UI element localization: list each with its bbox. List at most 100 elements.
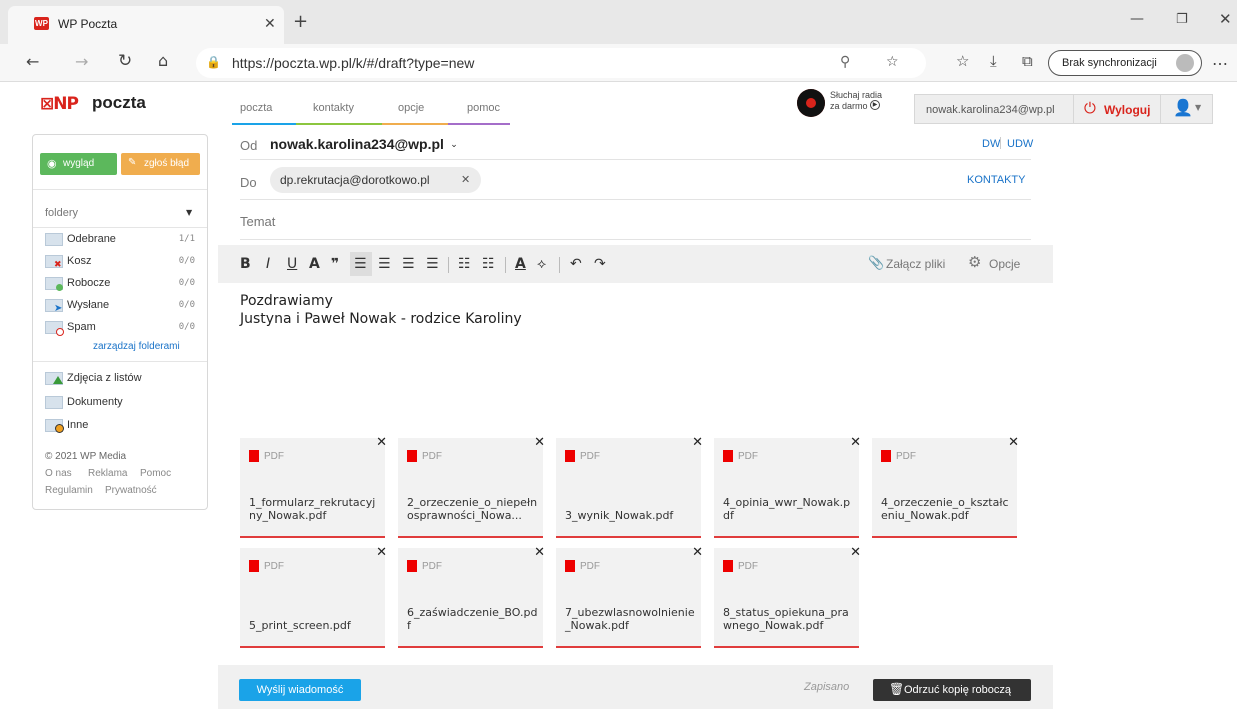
attachment-card[interactable]: PDF ✕ 4_orzeczenie_o_kształceniu_Nowak.p…	[872, 435, 1019, 538]
home-icon[interactable]: ⌂	[158, 53, 168, 69]
nav-pomoc[interactable]: pomoc	[467, 102, 500, 114]
align-left-icon[interactable]: ☰	[354, 257, 367, 271]
url-text: https://poczta.wp.pl/k/#/draft?type=new	[232, 55, 475, 71]
sync-button[interactable]: Brak synchronizacji	[1048, 50, 1202, 76]
new-tab-icon[interactable]: +	[293, 13, 308, 31]
view-button[interactable]: ◉ wygląd	[40, 153, 117, 175]
remove-attachment-icon[interactable]: ✕	[376, 435, 387, 450]
body-line-1: Pozdrawiamy	[240, 293, 333, 309]
udw-link[interactable]: UDW	[1007, 138, 1033, 150]
dw-separator	[1000, 137, 1001, 149]
folder-wyslane[interactable]: ➤ Wysłane 0/0	[45, 298, 205, 316]
folders-label: foldery	[45, 207, 79, 219]
pdf-label: PDF	[738, 561, 758, 572]
discard-draft-button[interactable]: 🗑 Odrzuć kopię roboczą	[873, 679, 1031, 701]
user-menu-button[interactable]: 👤 ▼	[1160, 95, 1212, 123]
attachment-card[interactable]: PDF ✕ 7_ubezwlasnowolnienie_Nowak.pdf	[556, 545, 703, 648]
collections-icon[interactable]: ⧉	[1022, 54, 1033, 69]
remove-attachment-icon[interactable]: ✕	[692, 435, 703, 450]
quote-icon[interactable]: ❞	[331, 257, 339, 271]
eye-icon: ◉	[47, 157, 57, 170]
manage-folders-link[interactable]: zarządzaj folderami	[93, 341, 180, 352]
nav-kontakty[interactable]: kontakty	[313, 102, 354, 114]
close-tab-icon[interactable]: ✕	[264, 17, 276, 31]
address-bar-row: ← → ↻ ⌂ 🔒 https://poczta.wp.pl/k/#/draft…	[0, 44, 1237, 82]
zoom-icon[interactable]: ⚲	[840, 55, 850, 69]
footer-link-pomoc[interactable]: Pomoc	[140, 468, 171, 479]
send-button[interactable]: Wyślij wiadomość	[239, 679, 361, 701]
folder-robocze[interactable]: Robocze 0/0	[45, 276, 205, 294]
attachment-card[interactable]: PDF ✕ 4_opinia_wwr_Nowak.pdf	[714, 435, 861, 538]
favorite-add-icon[interactable]: ☆	[886, 55, 899, 69]
folder-kosz[interactable]: ✖ Kosz 0/0	[45, 254, 205, 272]
url-field[interactable]: 🔒 https://poczta.wp.pl/k/#/draft?type=ne…	[196, 48, 926, 78]
favorites-icon[interactable]: ☆	[956, 54, 969, 69]
smart-folder-other[interactable]: Inne	[45, 418, 205, 436]
refresh-icon[interactable]: ↻	[118, 53, 132, 70]
nav-opcje[interactable]: opcje	[398, 102, 424, 114]
recipient-email: dp.rekrutacja@dorotkowo.pl	[280, 173, 430, 187]
bullet-list-icon[interactable]: ☷	[458, 257, 471, 271]
dw-link[interactable]: DW	[982, 138, 1000, 150]
more-icon[interactable]: …	[1212, 52, 1228, 68]
contacts-link[interactable]: KONTAKTY	[967, 174, 1025, 186]
remove-attachment-icon[interactable]: ✕	[850, 435, 861, 450]
remove-attachment-icon[interactable]: ✕	[850, 545, 861, 560]
nav-underline-poczta	[232, 123, 296, 125]
attachment-card[interactable]: PDF ✕ 2_orzeczenie_o_niepełnosprawności_…	[398, 435, 545, 538]
remove-attachment-icon[interactable]: ✕	[534, 435, 545, 450]
font-color-icon[interactable]: A	[309, 257, 320, 271]
folder-spam[interactable]: Spam 0/0	[45, 320, 205, 338]
attachment-card[interactable]: PDF ✕ 8_status_opiekuna_prawnego_Nowak.p…	[714, 545, 861, 648]
footer-link-regulamin[interactable]: Regulamin	[45, 485, 93, 496]
close-window-icon[interactable]: ✕	[1219, 12, 1232, 27]
remove-attachment-icon[interactable]: ✕	[1008, 435, 1019, 450]
restore-icon[interactable]: ❐	[1176, 13, 1188, 26]
attachment-card[interactable]: PDF ✕ 5_print_screen.pdf	[240, 545, 387, 648]
folder-count: 1/1	[178, 234, 195, 244]
numbered-list-icon[interactable]: ☷	[482, 257, 495, 271]
folder-odebrane[interactable]: Odebrane 1/1	[45, 232, 205, 250]
attachment-card[interactable]: PDF ✕ 1_formularz_rekrutacyjny_Nowak.pdf	[240, 435, 387, 538]
forward-icon[interactable]: →	[75, 54, 88, 70]
report-bug-button[interactable]: ✎ zgłoś błąd	[121, 153, 200, 175]
footer-link-prywatnosc[interactable]: Prywatność	[105, 485, 157, 496]
footer-link-onas[interactable]: O nas	[45, 468, 72, 479]
logo-mark-icon: ⊠NP	[40, 94, 79, 114]
remove-recipient-icon[interactable]: ✕	[461, 174, 470, 185]
redo-icon[interactable]: ↷	[594, 257, 606, 271]
compose-footer: Wyślij wiadomość Zapisano 🗑 Odrzuć kopię…	[218, 665, 1053, 709]
align-justify-icon[interactable]: ☰	[426, 257, 439, 271]
attachment-card[interactable]: PDF ✕ 6_zaświadczenie_BO.pdf	[398, 545, 545, 648]
highlight-icon[interactable]: ⟡	[537, 257, 546, 271]
text-color-icon[interactable]: A	[515, 257, 526, 271]
remove-attachment-icon[interactable]: ✕	[692, 545, 703, 560]
smart-folder-photos[interactable]: Zdjęcia z listów	[45, 371, 205, 389]
remove-attachment-icon[interactable]: ✕	[534, 545, 545, 560]
options-button[interactable]: ⚙ Opcje	[968, 254, 1034, 274]
attachment-filename: 2_orzeczenie_o_niepełnosprawności_Nowa..…	[407, 496, 538, 522]
align-center-icon[interactable]: ☰	[378, 257, 391, 271]
underline-icon[interactable]: U	[287, 257, 297, 271]
logout-button[interactable]: ⏻ Wyloguj	[1073, 95, 1159, 123]
radio-promo[interactable]: Słuchaj radia za darmo ▶	[797, 87, 897, 119]
message-body[interactable]: Pozdrawiamy Justyna i Paweł Nowak - rodz…	[240, 292, 1030, 422]
browser-tab[interactable]: WP WP Poczta ✕	[8, 6, 284, 44]
recipient-chip[interactable]: dp.rekrutacja@dorotkowo.pl ✕	[270, 167, 481, 193]
smart-folder-documents[interactable]: Dokumenty	[45, 395, 205, 413]
nav-poczta[interactable]: poczta	[240, 102, 272, 114]
remove-attachment-icon[interactable]: ✕	[376, 545, 387, 560]
undo-icon[interactable]: ↶	[570, 257, 582, 271]
minimize-icon[interactable]: —	[1130, 12, 1144, 26]
folders-dropdown[interactable]: foldery ▼	[45, 205, 200, 221]
bold-icon[interactable]: B	[240, 257, 251, 271]
attachment-card[interactable]: PDF ✕ 3_wynik_Nowak.pdf	[556, 435, 703, 538]
back-icon[interactable]: ←	[26, 54, 39, 70]
italic-icon[interactable]: I	[266, 257, 270, 271]
downloads-icon[interactable]: ⤓	[990, 54, 997, 69]
footer-link-reklama[interactable]: Reklama	[88, 468, 127, 479]
from-selector[interactable]: nowak.karolina234@wp.pl ⌄	[270, 136, 458, 154]
subject-row[interactable]: Temat	[240, 200, 1031, 240]
align-right-icon[interactable]: ☰	[402, 257, 415, 271]
attach-files-button[interactable]: 📎 Załącz pliki	[868, 254, 966, 274]
